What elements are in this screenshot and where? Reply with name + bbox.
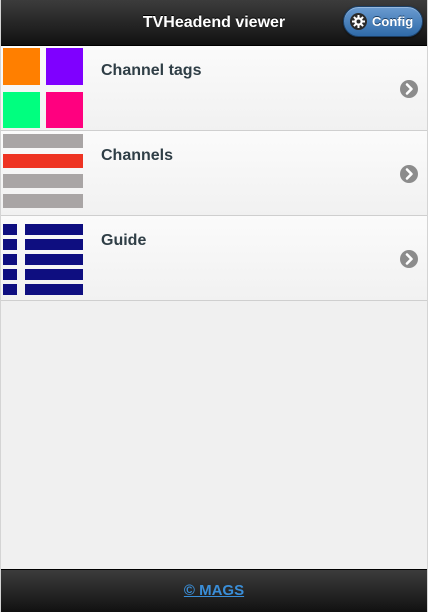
channels-thumbnail: [3, 134, 83, 208]
chevron-right-icon: [400, 165, 418, 183]
list-item-channel-tags[interactable]: Channel tags: [1, 46, 427, 131]
footer-bar: © MAGS: [1, 569, 427, 612]
gear-icon: [350, 13, 367, 30]
copyright-link[interactable]: © MAGS: [184, 570, 244, 612]
menu-list: Channel tags Channels Guide: [1, 46, 427, 301]
list-item-label: Channel tags: [101, 62, 202, 79]
app-window: TVHeadend viewer Config Channel tags Cha…: [0, 0, 428, 612]
header-bar: TVHeadend viewer Config: [1, 0, 427, 46]
chevron-right-icon: [400, 250, 418, 268]
config-button-label: Config: [372, 14, 414, 29]
guide-thumbnail: [3, 224, 83, 295]
channel-tags-thumbnail: [3, 48, 83, 128]
list-item-guide[interactable]: Guide: [1, 216, 427, 301]
list-item-label: Channels: [101, 147, 174, 164]
list-item-label: Guide: [101, 232, 147, 249]
list-item-channels[interactable]: Channels: [1, 131, 427, 216]
config-button[interactable]: Config: [343, 6, 423, 37]
chevron-right-icon: [400, 80, 418, 98]
